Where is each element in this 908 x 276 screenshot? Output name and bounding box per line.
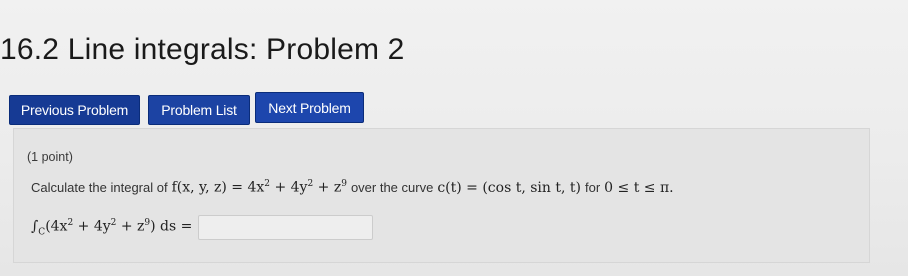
answer-expr-b: + 4y: [73, 218, 111, 235]
prompt-prefix: Calculate the integral of: [31, 179, 168, 195]
answer-expr-d: ) ds =: [150, 218, 193, 235]
function-expression: f(x, y, z) = 4x2 + 4y2 + z9: [172, 179, 347, 196]
function-exp-z: 9: [341, 179, 347, 189]
answer-label: ∫C(4x2 + 4y2 + z9) ds =: [31, 218, 192, 237]
problem-list-button[interactable]: Problem List: [148, 95, 250, 125]
next-problem-button[interactable]: Next Problem: [255, 92, 364, 123]
answer-row: ∫C(4x2 + 4y2 + z9) ds =: [31, 215, 374, 240]
page-title: 16.2 Line integrals: Problem 2: [0, 33, 405, 66]
prompt-for: for: [584, 179, 601, 195]
answer-expr-c: + z: [116, 218, 145, 235]
problem-statement: Calculate the integral of f(x, y, z) = 4…: [31, 179, 674, 196]
function-rhs-b: + z: [313, 179, 342, 196]
point-value: (1 point): [27, 150, 73, 164]
answer-expr-a: (4x: [45, 218, 68, 235]
function-lhs: f(x, y, z) = 4x: [171, 179, 265, 196]
curve-expression: c(t) = (cos t, sin t, t): [437, 179, 581, 196]
previous-problem-button[interactable]: Previous Problem: [9, 95, 140, 125]
function-rhs-a: + 4y: [270, 179, 308, 196]
prompt-middle: over the curve: [350, 179, 434, 195]
problem-panel: (1 point) Calculate the integral of f(x,…: [13, 128, 870, 263]
answer-input[interactable]: [198, 215, 374, 240]
domain-expression: 0 ≤ t ≤ π.: [604, 179, 674, 196]
